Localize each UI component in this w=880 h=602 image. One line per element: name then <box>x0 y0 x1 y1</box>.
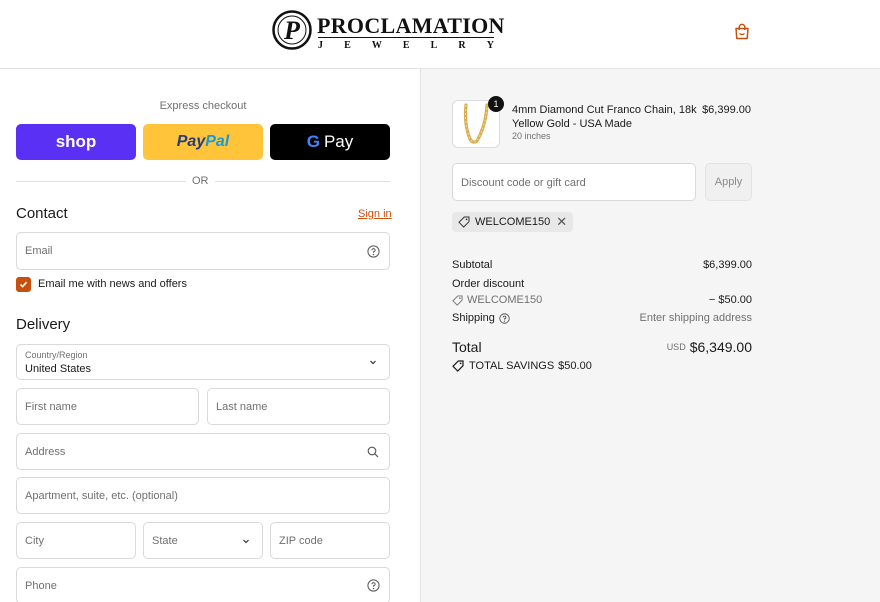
last-name-placeholder: Last name <box>216 400 268 413</box>
product-variant: 20 inches <box>512 131 551 141</box>
total-amount: $6,349.00 <box>689 339 752 355</box>
applied-code-label: WELCOME150 <box>475 216 551 228</box>
remove-discount-icon[interactable]: ✕ <box>556 214 567 230</box>
tag-icon <box>452 294 463 306</box>
total-label: Total <box>452 339 482 355</box>
brand-subtitle-letter: E <box>344 40 351 51</box>
address-placeholder: Address <box>25 445 66 458</box>
discount-placeholder: Discount code or gift card <box>461 177 586 189</box>
sign-in-link[interactable]: Sign in <box>358 208 392 220</box>
apartment-field[interactable]: Apartment, suite, etc. (optional) <box>16 477 390 514</box>
help-icon[interactable] <box>366 579 380 593</box>
checkmark-icon <box>19 281 28 288</box>
first-name-field[interactable]: First name <box>16 388 199 425</box>
brand-subtitle-letter: L <box>430 40 438 51</box>
search-icon <box>366 445 380 459</box>
paypal-label-part2: Pal <box>205 133 230 150</box>
paypal-label-part1: Pay <box>176 133 206 150</box>
product-price: $6,399.00 <box>702 104 751 116</box>
product-name: 4mm Diamond Cut Franco Chain, 18k Yellow… <box>512 104 697 130</box>
paypal-button[interactable]: Pay Pal <box>143 124 263 160</box>
newsletter-option[interactable]: Email me with news and offers <box>16 276 187 292</box>
quantity-badge: 1 <box>488 96 504 112</box>
email-placeholder: Email <box>25 245 53 257</box>
help-icon[interactable] <box>499 312 510 324</box>
shipping-line: Shipping <box>452 312 514 324</box>
contact-heading: Contact <box>16 205 68 222</box>
brand-name: PROCLAMATION <box>317 13 505 38</box>
first-name-placeholder: First name <box>25 400 77 413</box>
country-label: Country/Region <box>25 350 88 360</box>
country-value: United States <box>25 363 92 375</box>
apartment-placeholder: Apartment, suite, etc. (optional) <box>25 489 178 502</box>
brand-subtitle-letter: E <box>402 40 410 51</box>
help-icon[interactable] <box>366 244 380 258</box>
zip-field[interactable]: ZIP code <box>270 522 390 559</box>
address-field[interactable]: Address <box>16 433 390 470</box>
city-placeholder: City <box>25 534 44 547</box>
chevron-down-icon <box>239 534 253 548</box>
brand-subtitle-letter: R <box>458 40 466 51</box>
city-field[interactable]: City <box>16 522 136 559</box>
discount-code-line: WELCOME150 <box>452 294 542 306</box>
order-discount-row: Order discount <box>452 276 752 292</box>
google-pay-button[interactable]: G Pay <box>270 124 390 160</box>
brand-subtitle: JEWELRY <box>318 40 494 51</box>
subtotal-label: Subtotal <box>452 259 493 271</box>
discount-value: − $50.00 <box>708 294 752 306</box>
country-select[interactable]: Country/Region United States <box>16 344 390 380</box>
newsletter-label: Email me with news and offers <box>38 278 187 290</box>
google-pay-label: Pay <box>323 132 354 151</box>
brand-logo[interactable]: P PROCLAMATION J E W E L R Y <box>272 10 504 52</box>
state-select[interactable]: State <box>143 522 263 559</box>
brand-divider <box>318 37 494 38</box>
shipping-value: Enter shipping address <box>639 312 752 324</box>
order-summary-panel: 1 4mm Diamond Cut Franco Chain, 18k Yell… <box>420 69 880 602</box>
last-name-field[interactable]: Last name <box>207 388 390 425</box>
subtotal-row: Subtotal $6,399.00 <box>452 257 752 273</box>
phone-placeholder: Phone <box>25 579 57 592</box>
discount-code-input[interactable]: Discount code or gift card <box>452 163 696 201</box>
google-g-icon: G <box>306 132 320 151</box>
shipping-row: Shipping Enter shipping address <box>452 310 752 326</box>
cart-button[interactable] <box>730 19 754 43</box>
total-savings-value: $50.00 <box>558 360 592 372</box>
shop-pay-button[interactable]: shop <box>16 124 136 160</box>
express-checkout-label: Express checkout <box>159 100 247 112</box>
phone-field[interactable]: Phone <box>16 567 390 602</box>
apply-discount-button[interactable]: Apply <box>705 163 752 201</box>
brand-subtitle-letter: J <box>318 40 323 51</box>
delivery-heading: Delivery <box>16 316 71 333</box>
header: P PROCLAMATION J E W E L R Y <box>0 0 880 69</box>
total-currency: USD <box>666 342 686 352</box>
total-savings-label: TOTAL SAVINGS <box>469 360 555 372</box>
discount-code-row: WELCOME150 − $50.00 <box>452 292 752 308</box>
shipping-label: Shipping <box>452 312 495 324</box>
applied-discount-chip: WELCOME150 ✕ <box>452 212 574 232</box>
brand-subtitle-letter: Y <box>486 40 494 51</box>
discount-code-label: WELCOME150 <box>467 294 543 306</box>
total-row: Total USD $6,349.00 <box>452 337 752 357</box>
or-label: OR <box>186 175 215 187</box>
state-placeholder: State <box>152 534 178 547</box>
total-savings-row: TOTAL SAVINGS $50.00 <box>452 358 752 374</box>
checkout-form-panel: Express checkout shop Pay Pal G Pay OR Co… <box>0 69 420 602</box>
tag-icon <box>452 360 464 372</box>
subtotal-value: $6,399.00 <box>703 259 752 271</box>
newsletter-checkbox[interactable] <box>16 276 31 292</box>
shopping-bag-icon <box>735 23 749 39</box>
total-amount-group: USD $6,349.00 <box>667 339 752 355</box>
monogram-icon: P <box>272 10 312 50</box>
brand-subtitle-letter: W <box>371 40 382 51</box>
tag-icon <box>458 216 470 228</box>
email-field[interactable]: Email <box>16 232 390 270</box>
order-discount-label: Order discount <box>452 278 525 290</box>
svg-text:P: P <box>283 16 301 45</box>
chevron-down-icon <box>366 355 380 369</box>
zip-placeholder: ZIP code <box>279 534 323 547</box>
shop-pay-label: shop <box>55 132 97 151</box>
